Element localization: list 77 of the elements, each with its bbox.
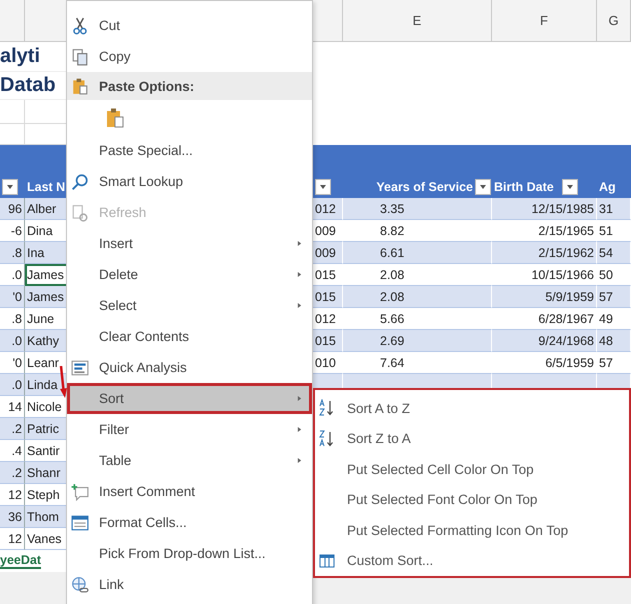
table-cell: .8	[0, 242, 25, 264]
menu-item[interactable]: Cut	[67, 10, 312, 41]
table-cell: 3.35	[343, 198, 492, 220]
menu-item[interactable]: Delete	[67, 259, 312, 290]
filter-button[interactable]	[2, 178, 18, 194]
menu-item[interactable]: Sort Z to A	[315, 424, 629, 454]
menu-item[interactable]: Smart Lookup	[67, 166, 312, 197]
filter-button[interactable]	[475, 178, 491, 194]
filter-button[interactable]	[315, 178, 331, 194]
copy-icon	[71, 48, 89, 66]
menu-item[interactable]: Copy	[67, 41, 312, 72]
table-cell: 6.61	[343, 242, 492, 264]
menu-item[interactable]: Pick From Drop-down List...	[67, 538, 312, 569]
sheet-title: alyti	[0, 45, 40, 68]
menu-item[interactable]: Put Selected Cell Color On Top	[315, 454, 629, 484]
table-cell: 36	[0, 506, 25, 528]
paste-option-icon[interactable]	[105, 106, 125, 128]
submenu-arrow-icon	[297, 457, 302, 464]
submenu-arrow-icon	[297, 271, 302, 278]
menu-item[interactable]: Quick Analysis	[67, 352, 312, 383]
column-header[interactable]: E	[343, 0, 492, 42]
sheet-tab[interactable]: yeeDat	[0, 553, 41, 569]
menu-item[interactable]: Put Selected Font Color On Top	[315, 484, 629, 515]
table-cell: .2	[0, 418, 25, 440]
sort-descending-icon	[319, 430, 335, 448]
submenu-arrow-icon	[297, 240, 302, 247]
table-cell: James	[25, 264, 68, 286]
submenu-arrow-icon	[297, 426, 302, 433]
menu-item[interactable]: Select	[67, 290, 312, 321]
menu-item[interactable]: Insert Comment	[67, 476, 312, 507]
table-cell: '0	[0, 286, 25, 308]
table-cell: 5/9/1959	[492, 286, 597, 308]
quick-analysis-icon	[71, 358, 89, 376]
column-header: Birth Date	[494, 180, 554, 194]
column-header[interactable]: F	[492, 0, 597, 42]
submenu-arrow-icon	[297, 302, 302, 309]
format-cells-icon	[71, 514, 89, 532]
table-cell: 54	[597, 242, 631, 264]
menu-item[interactable]: Paste Special...	[67, 135, 312, 166]
table-cell: 57	[597, 286, 631, 308]
table-cell: 96	[0, 198, 25, 220]
filter-button[interactable]	[562, 178, 578, 194]
globe-link-icon	[71, 576, 89, 594]
menu-item[interactable]: Sort A to Z	[315, 393, 629, 424]
comment-icon	[71, 482, 89, 500]
table-cell: .2	[0, 462, 25, 484]
menu-item[interactable]: Filter	[67, 414, 312, 445]
refresh-icon	[71, 204, 89, 222]
table-cell: .0	[0, 330, 25, 352]
table-cell: 2.69	[343, 330, 492, 352]
menu-item[interactable]: Custom Sort...	[315, 546, 629, 576]
menu-item[interactable]: Table	[67, 445, 312, 476]
menu-item[interactable]: Clear Contents	[67, 321, 312, 352]
menu-item[interactable]: Format Cells...	[67, 507, 312, 538]
table-cell: 2/15/1962	[492, 242, 597, 264]
table-cell: 12/15/1985	[492, 198, 597, 220]
column-header[interactable]: G	[597, 0, 631, 42]
clipboard-icon	[71, 77, 89, 95]
table-cell: 48	[597, 330, 631, 352]
table-cell: 2.08	[343, 286, 492, 308]
menu-section-header: Paste Options:	[99, 78, 194, 94]
sort-ascending-icon	[319, 399, 335, 418]
submenu-arrow-icon	[297, 395, 302, 402]
column-header: Years of Service	[376, 180, 473, 194]
annotation-arrow	[59, 366, 67, 398]
table-cell: 12	[0, 528, 25, 550]
scissors-icon	[71, 16, 89, 34]
menu-item[interactable]: Sort	[67, 383, 312, 414]
table-cell: .0	[0, 374, 25, 396]
search-icon	[71, 172, 89, 190]
menu-item[interactable]: Put Selected Formatting Icon On Top	[315, 515, 629, 546]
sheet-title: Datab	[0, 74, 56, 97]
menu-item[interactable]: Link	[67, 569, 312, 600]
table-cell: 9/24/1968	[492, 330, 597, 352]
menu-item[interactable]: Insert	[67, 228, 312, 259]
custom-sort-icon	[319, 552, 335, 570]
table-cell: 31	[597, 198, 631, 220]
